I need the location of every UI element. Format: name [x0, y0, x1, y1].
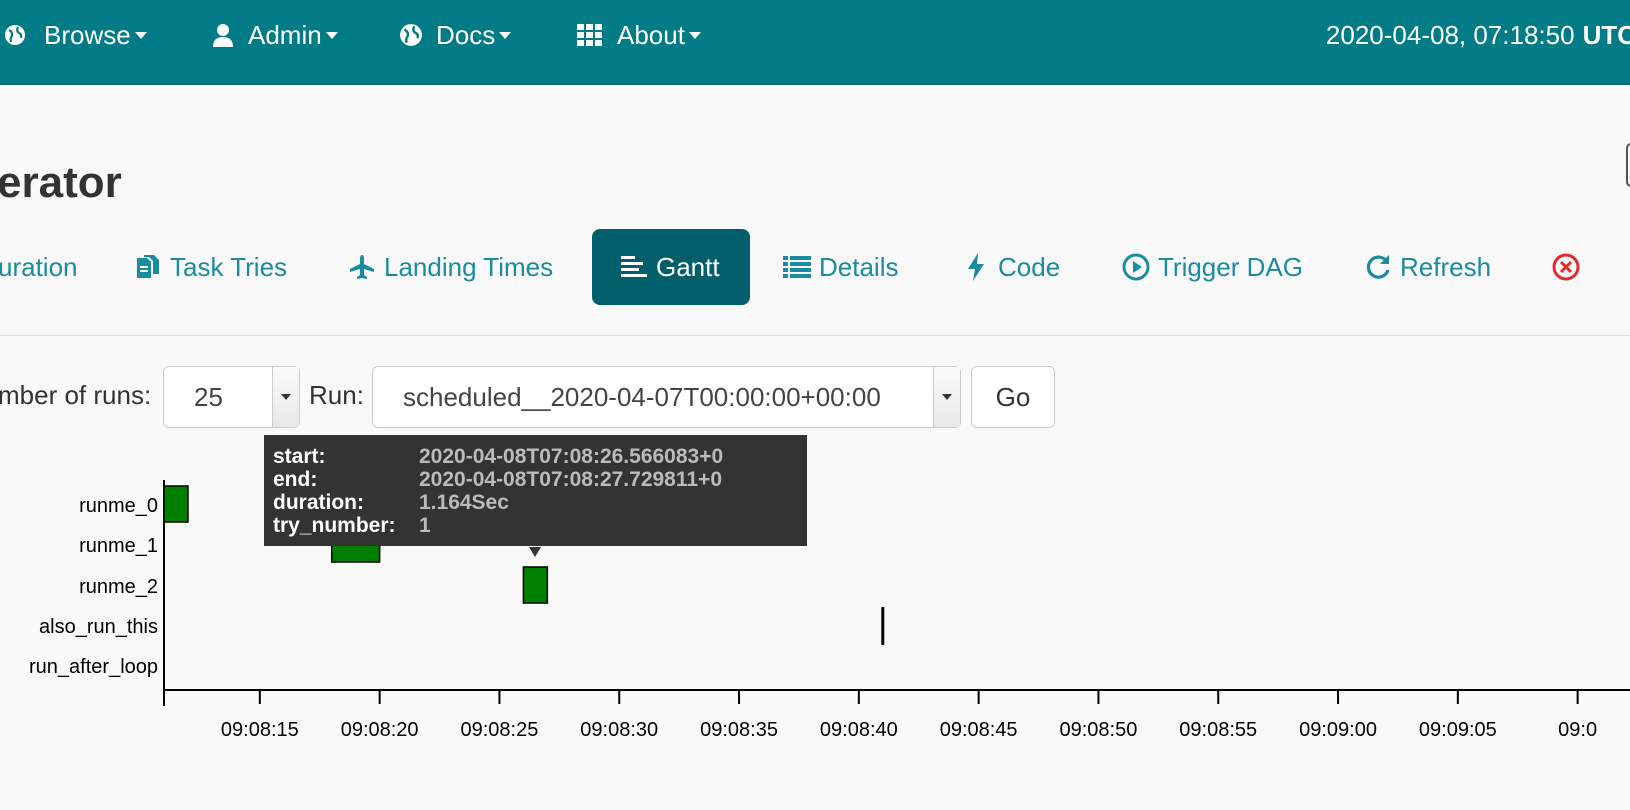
remove-circle-icon	[1552, 253, 1580, 281]
caret-down-icon	[688, 31, 701, 39]
play-circle-icon	[1122, 253, 1150, 281]
tooltip-duration-label: duration:	[273, 491, 364, 514]
tooltip-try-value: 1	[419, 514, 431, 537]
tooltip-duration-value: 1.164Sec	[419, 491, 509, 514]
x-tick-label: 09:08:20	[341, 719, 419, 741]
nav-admin[interactable]: Admin	[210, 0, 338, 70]
globe-icon	[398, 22, 424, 48]
tab-label: Refresh	[1400, 251, 1492, 282]
caret-down-icon	[499, 31, 512, 39]
tooltip-arrow	[529, 547, 541, 557]
tab-code[interactable]: Code	[962, 229, 1060, 305]
nav-about[interactable]: About	[577, 0, 701, 70]
tooltip-start-value: 2020-04-08T07:08:26.566083+0	[419, 445, 724, 468]
x-tick-label: 09:08:25	[461, 719, 539, 741]
x-tick-label: 09:09:05	[1419, 719, 1497, 741]
caret-down-icon	[325, 31, 338, 39]
run-select[interactable]: scheduled__2020-04-07T00:00:00+00:00	[372, 366, 961, 428]
tab-duration[interactable]: uration	[0, 229, 78, 305]
tab-label: Details	[819, 251, 899, 282]
clock-timezone: UTC	[1582, 19, 1630, 50]
num-runs-select[interactable]: 25	[163, 366, 300, 428]
tab-refresh[interactable]: Refresh	[1364, 229, 1491, 305]
files-icon	[134, 253, 162, 281]
refresh-icon	[1364, 253, 1392, 281]
corner-button[interactable]	[1626, 143, 1630, 187]
tab-delete[interactable]	[1552, 229, 1588, 305]
task-bar[interactable]	[522, 566, 549, 604]
x-tick-label: 09:08:35	[700, 719, 778, 741]
nav-about-label: About	[617, 19, 685, 50]
dropdown-arrow-icon[interactable]	[933, 367, 960, 427]
x-tick-label: 09:0	[1558, 719, 1597, 741]
x-tick-label: 09:08:55	[1179, 719, 1257, 741]
caret-down-icon	[134, 31, 147, 39]
tab-label: Trigger DAG	[1158, 251, 1303, 282]
tooltip-end-value: 2020-04-08T07:08:27.729811+0	[419, 468, 723, 491]
x-tick-label: 09:08:50	[1060, 719, 1138, 741]
task-label: runme_2	[79, 576, 158, 598]
task-label: runme_0	[79, 495, 158, 517]
top-navbar: Browse Admin Docs About 2020-04-08, 07:1…	[0, 0, 1630, 85]
dag-view-tabs: uration Task Tries Landing Times Gantt D…	[0, 229, 1630, 336]
tooltip-try-label: try_number:	[273, 514, 396, 537]
num-runs-label: mber of runs:	[0, 380, 152, 410]
dropdown-arrow-icon[interactable]	[272, 367, 299, 427]
gantt-chart: runme_0 runme_1 runme_2 also_run_this run_af…	[29, 480, 1630, 741]
tab-trigger-dag[interactable]: Trigger DAG	[1122, 229, 1303, 305]
go-button[interactable]: Go	[971, 366, 1055, 428]
nav-docs[interactable]: Docs	[398, 0, 512, 70]
tab-landing-times[interactable]: Landing Times	[348, 229, 553, 305]
nav-admin-label: Admin	[248, 19, 322, 50]
task-bar[interactable]	[163, 485, 189, 523]
x-tick-label: 09:08:40	[820, 719, 898, 741]
task-label: runme_1	[79, 535, 158, 557]
nav-browse[interactable]: Browse	[4, 0, 147, 70]
x-tick-label: 09:08:30	[580, 719, 658, 741]
run-label: Run:	[309, 380, 364, 410]
nav-docs-label: Docs	[436, 19, 496, 50]
tab-label: uration	[0, 251, 78, 282]
clock-time: 2020-04-08, 07:18:50	[1325, 19, 1575, 50]
tooltip-end-label: end:	[273, 468, 318, 491]
task-tooltip: start: 2020-04-08T07:08:26.566083+0 end: 2…	[264, 435, 807, 546]
tooltip-start-label: start:	[273, 445, 326, 468]
run-value: scheduled__2020-04-07T00:00:00+00:00	[403, 381, 881, 412]
tab-details[interactable]: Details	[783, 229, 898, 305]
bolt-icon	[962, 253, 990, 281]
x-tick-label: 09:09:00	[1299, 719, 1377, 741]
num-runs-value: 25	[194, 381, 223, 412]
tab-label: Task Tries	[170, 251, 288, 282]
tab-gantt[interactable]: Gantt	[592, 229, 750, 305]
x-tick-label: 09:08:15	[221, 719, 299, 741]
tab-label: Gantt	[656, 251, 720, 282]
page-title: erator	[0, 158, 122, 207]
nav-browse-label: Browse	[44, 19, 131, 50]
tab-task-tries[interactable]: Task Tries	[134, 229, 287, 305]
gantt-icon	[620, 253, 648, 281]
user-icon	[210, 22, 236, 48]
list-icon	[783, 253, 811, 281]
tab-label: Landing Times	[384, 251, 554, 282]
grid-icon	[577, 22, 603, 48]
task-label: also_run_this	[39, 616, 158, 638]
server-clock: 2020-04-08, 07:18:50 UTC	[1326, 0, 1630, 70]
globe-icon	[4, 22, 26, 48]
x-tick-label: 09:08:45	[940, 719, 1018, 741]
tab-label: Code	[998, 251, 1061, 282]
task-label: run_after_loop	[29, 656, 158, 678]
plane-icon	[348, 253, 376, 281]
